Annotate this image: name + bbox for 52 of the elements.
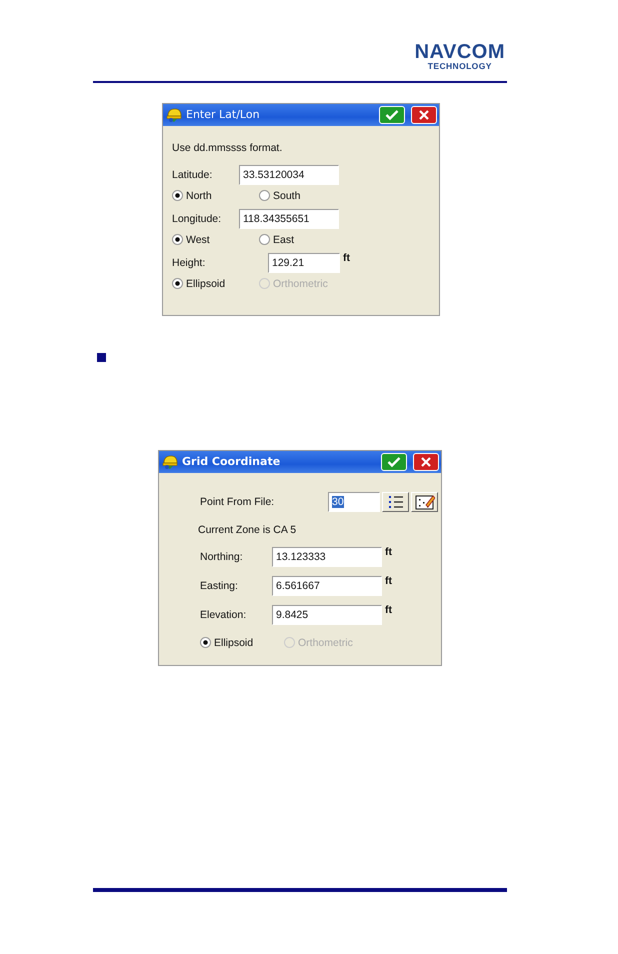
radio-button[interactable] bbox=[200, 637, 211, 648]
check-icon bbox=[385, 108, 399, 120]
field-label: Latitude: bbox=[172, 168, 214, 180]
radio-button[interactable] bbox=[172, 278, 183, 289]
helmet-icon bbox=[162, 454, 178, 470]
window-title: Enter Lat/Lon bbox=[186, 108, 261, 121]
close-button[interactable] bbox=[411, 106, 437, 124]
close-button[interactable] bbox=[413, 452, 439, 470]
radio-label: Ellipsoid bbox=[214, 636, 254, 648]
radio-button[interactable] bbox=[172, 190, 183, 201]
field-label: Northing: bbox=[200, 550, 244, 562]
ok-button[interactable] bbox=[381, 452, 407, 470]
unit-label: ft bbox=[385, 546, 392, 558]
ok-button[interactable] bbox=[379, 106, 405, 124]
bullet-square bbox=[97, 352, 106, 362]
field-label: Elevation: bbox=[200, 608, 248, 620]
input-field[interactable]: 13.123333 bbox=[272, 546, 382, 566]
radio-label: Ellipsoid bbox=[186, 278, 226, 290]
input-field[interactable]: 33.53120034 bbox=[239, 164, 339, 184]
company-logo: NAVCOM TECHNOLOGY bbox=[414, 42, 505, 70]
unit-label: ft bbox=[385, 574, 392, 586]
window-title: Grid Coordinate bbox=[182, 455, 282, 468]
radio-label: South bbox=[273, 190, 300, 202]
close-icon bbox=[420, 456, 432, 468]
input-field[interactable]: 118.34355651 bbox=[239, 208, 339, 228]
field-label: Height: bbox=[172, 256, 206, 268]
radio-button[interactable] bbox=[259, 190, 270, 201]
list-button[interactable] bbox=[382, 492, 409, 512]
radio-label: North bbox=[186, 190, 212, 202]
helmet-icon bbox=[166, 106, 182, 122]
map-pencil-icon bbox=[414, 494, 434, 510]
radio-label: Orthometric bbox=[298, 636, 353, 648]
map-button[interactable] bbox=[411, 492, 438, 512]
radio-button[interactable] bbox=[172, 234, 183, 245]
radio-label: East bbox=[273, 234, 294, 246]
unit-label: ft bbox=[385, 604, 392, 616]
field-label: Point From File: bbox=[200, 496, 276, 508]
field-label: Longitude: bbox=[172, 212, 222, 224]
radio-label: Orthometric bbox=[273, 278, 328, 290]
instruction-text: Use dd.mmssss format. bbox=[172, 140, 284, 156]
input-field[interactable]: 129.21 bbox=[268, 252, 340, 272]
input-field[interactable]: 6.561667 bbox=[272, 576, 382, 596]
close-icon bbox=[418, 108, 430, 120]
check-icon bbox=[387, 456, 401, 468]
field-label: Easting: bbox=[200, 580, 239, 592]
input-field[interactable]: 30 bbox=[328, 492, 380, 512]
unit-label: ft bbox=[343, 252, 350, 264]
instruction-text: Current Zone is CA 5 bbox=[198, 522, 298, 538]
radio-button[interactable] bbox=[259, 234, 270, 245]
radio-label: West bbox=[186, 234, 210, 246]
list-icon bbox=[388, 494, 404, 508]
input-field[interactable]: 9.8425 bbox=[272, 604, 382, 624]
